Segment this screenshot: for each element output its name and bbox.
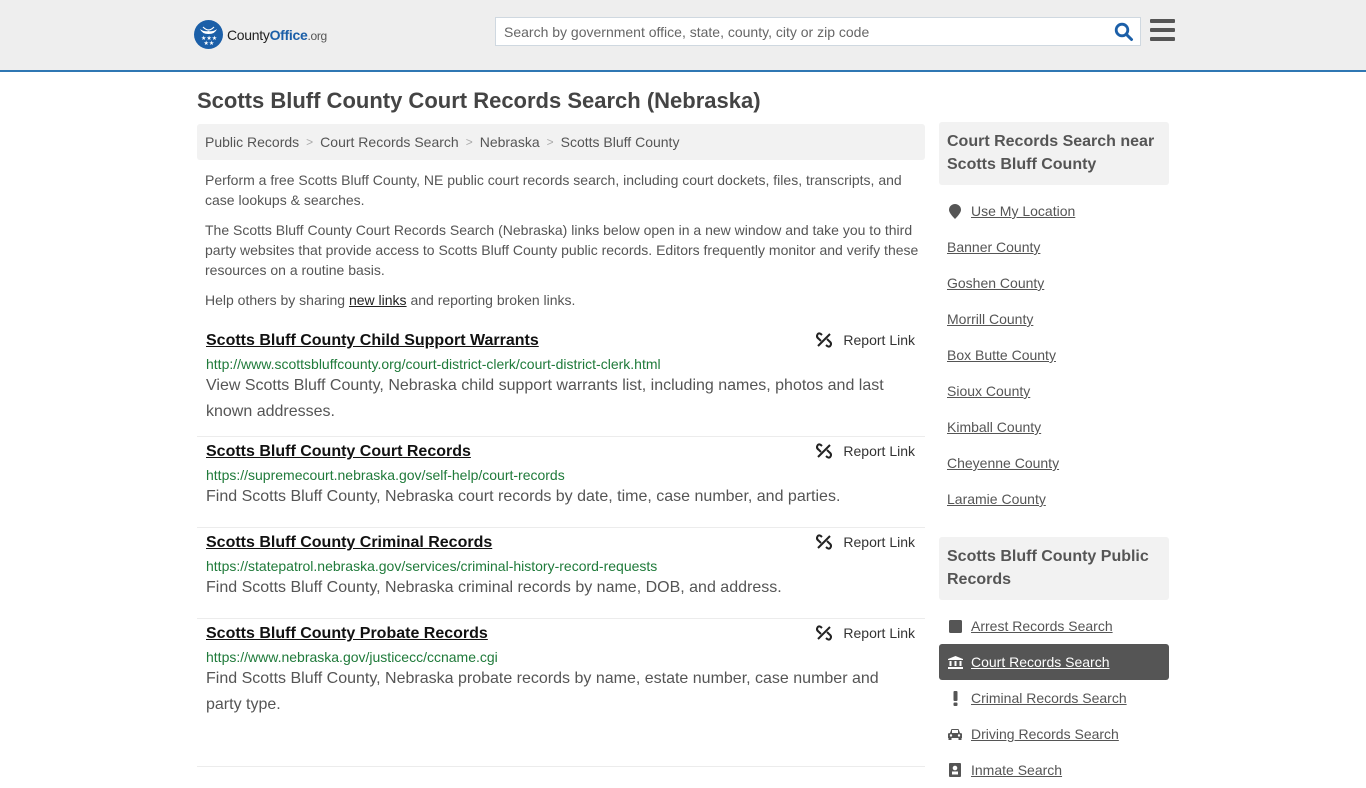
court-records-search-link[interactable]: Court Records Search (971, 654, 1110, 670)
nearby-county-link[interactable]: Banner County (947, 239, 1040, 255)
report-link-button[interactable]: Report Link (816, 443, 915, 459)
list-item: Scotts Bluff County Criminal Records Rep… (197, 528, 925, 619)
menu-bar (1150, 19, 1175, 23)
link-description: Find Scotts Bluff County, Nebraska proba… (206, 670, 879, 713)
nearby-county-link[interactable]: Cheyenne County (947, 455, 1059, 471)
record-links-list: Scotts Bluff County Child Support Warran… (197, 326, 925, 767)
menu-bar (1150, 28, 1175, 32)
nearby-county-link[interactable]: Kimball County (947, 419, 1041, 435)
nearby-county-item: Box Butte County (939, 337, 1169, 373)
broken-link-icon (816, 534, 833, 550)
report-link-button[interactable]: Report Link (816, 534, 915, 550)
link-title[interactable]: Scotts Bluff County Criminal Records (206, 534, 492, 552)
public-records-item-inmate: Inmate Search (939, 752, 1169, 788)
arrest-records-search-link[interactable]: Arrest Records Search (971, 618, 1113, 634)
link-url: https://supremecourt.nebraska.gov/self-h… (206, 467, 565, 483)
intro-text-segment: Help others by sharing (205, 292, 349, 308)
nearby-county-link[interactable]: Goshen County (947, 275, 1044, 291)
report-link-label: Report Link (843, 625, 915, 641)
nearby-county-item: Kimball County (939, 409, 1169, 445)
intro-paragraph-1: Perform a free Scotts Bluff County, NE p… (205, 172, 902, 208)
public-records-item-criminal: Criminal Records Search (939, 680, 1169, 716)
inmate-icon (947, 762, 963, 778)
report-link-button[interactable]: Report Link (816, 625, 915, 641)
link-description: View Scotts Bluff County, Nebraska child… (206, 377, 884, 420)
broken-link-icon (816, 443, 833, 459)
intro-text-segment: and reporting broken links. (406, 292, 576, 308)
list-item: Scotts Bluff County Court Records Report… (197, 437, 925, 528)
nearby-county-link[interactable]: Sioux County (947, 383, 1030, 399)
nearby-county-link[interactable]: Morrill County (947, 311, 1033, 327)
criminal-records-search-link[interactable]: Criminal Records Search (971, 690, 1127, 706)
list-item: Scotts Bluff County Child Support Warran… (197, 326, 925, 437)
hamburger-menu-button[interactable] (1150, 19, 1175, 42)
search-button[interactable] (1114, 22, 1134, 42)
public-records-item-court: Court Records Search (939, 644, 1169, 680)
new-links-link[interactable]: new links (349, 292, 407, 308)
nearby-counties-list: Use My Location Banner County Goshen Cou… (939, 193, 1169, 517)
report-link-label: Report Link (843, 443, 915, 459)
nearby-county-item: Banner County (939, 229, 1169, 265)
nearby-county-item: Goshen County (939, 265, 1169, 301)
public-records-heading: Scotts Bluff County Public Records (939, 537, 1169, 600)
menu-bar (1150, 37, 1175, 41)
exclamation-icon (947, 690, 963, 706)
report-link-button[interactable]: Report Link (816, 332, 915, 348)
link-url: https://statepatrol.nebraska.gov/service… (206, 558, 658, 574)
list-item: Scotts Bluff County Probate Records Repo… (197, 619, 925, 767)
courthouse-icon (947, 654, 963, 670)
square-icon (947, 618, 963, 634)
inmate-search-link[interactable]: Inmate Search (971, 762, 1062, 778)
use-my-location-item: Use My Location (939, 193, 1169, 229)
link-description: Find Scotts Bluff County, Nebraska court… (206, 488, 841, 505)
breadcrumb-scotts-bluff-county[interactable]: Scotts Bluff County (561, 134, 680, 150)
nearby-county-item: Laramie County (939, 481, 1169, 517)
link-title[interactable]: Scotts Bluff County Court Records (206, 443, 471, 461)
map-marker-icon (947, 203, 963, 219)
public-records-item-driving: Driving Records Search (939, 716, 1169, 752)
search-icon (1114, 22, 1133, 41)
search-box (495, 17, 1141, 46)
breadcrumb-nebraska[interactable]: Nebraska (480, 134, 540, 150)
intro-text: Perform a free Scotts Bluff County, NE p… (205, 170, 920, 320)
report-link-label: Report Link (843, 534, 915, 550)
intro-paragraph-2: The Scotts Bluff County Court Records Se… (205, 222, 919, 278)
public-records-list: Arrest Records Search Court Records Sear… (939, 608, 1169, 788)
breadcrumb-separator: > (306, 135, 314, 149)
page-title: Scotts Bluff County Court Records Search… (197, 88, 761, 113)
breadcrumb: Public Records > Court Records Search > … (197, 124, 925, 160)
link-description: Find Scotts Bluff County, Nebraska crimi… (206, 579, 782, 596)
nearby-county-item: Sioux County (939, 373, 1169, 409)
breadcrumb-separator: > (546, 135, 554, 149)
logo-text: CountyOffice.org (227, 26, 327, 43)
driving-records-search-link[interactable]: Driving Records Search (971, 726, 1119, 742)
link-url: https://www.nebraska.gov/justicecc/ccnam… (206, 649, 498, 665)
report-link-label: Report Link (843, 332, 915, 348)
site-logo[interactable]: ★★★ ★★ CountyOffice.org (194, 20, 327, 49)
intro-paragraph-3: Help others by sharing new links and rep… (205, 290, 920, 310)
use-my-location-link[interactable]: Use My Location (971, 203, 1075, 219)
link-title[interactable]: Scotts Bluff County Child Support Warran… (206, 332, 539, 350)
nearby-county-link[interactable]: Box Butte County (947, 347, 1056, 363)
nearby-county-link[interactable]: Laramie County (947, 491, 1046, 507)
svg-text:★★: ★★ (204, 40, 215, 47)
car-icon (947, 726, 963, 742)
nearby-county-item: Morrill County (939, 301, 1169, 337)
breadcrumb-public-records[interactable]: Public Records (205, 134, 299, 150)
link-title[interactable]: Scotts Bluff County Probate Records (206, 625, 488, 643)
eagle-stars-logo-icon: ★★★ ★★ (194, 20, 223, 49)
broken-link-icon (816, 332, 833, 348)
search-input[interactable] (496, 18, 1106, 45)
breadcrumb-separator: > (465, 135, 473, 149)
sidebar: Court Records Search near Scotts Bluff C… (939, 122, 1169, 788)
site-header: ★★★ ★★ CountyOffice.org (0, 0, 1366, 72)
breadcrumb-court-records-search[interactable]: Court Records Search (320, 134, 459, 150)
nearby-heading: Court Records Search near Scotts Bluff C… (939, 122, 1169, 185)
broken-link-icon (816, 625, 833, 641)
link-url: http://www.scottsbluffcounty.org/court-d… (206, 356, 661, 372)
nearby-county-item: Cheyenne County (939, 445, 1169, 481)
public-records-item-arrest: Arrest Records Search (939, 608, 1169, 644)
